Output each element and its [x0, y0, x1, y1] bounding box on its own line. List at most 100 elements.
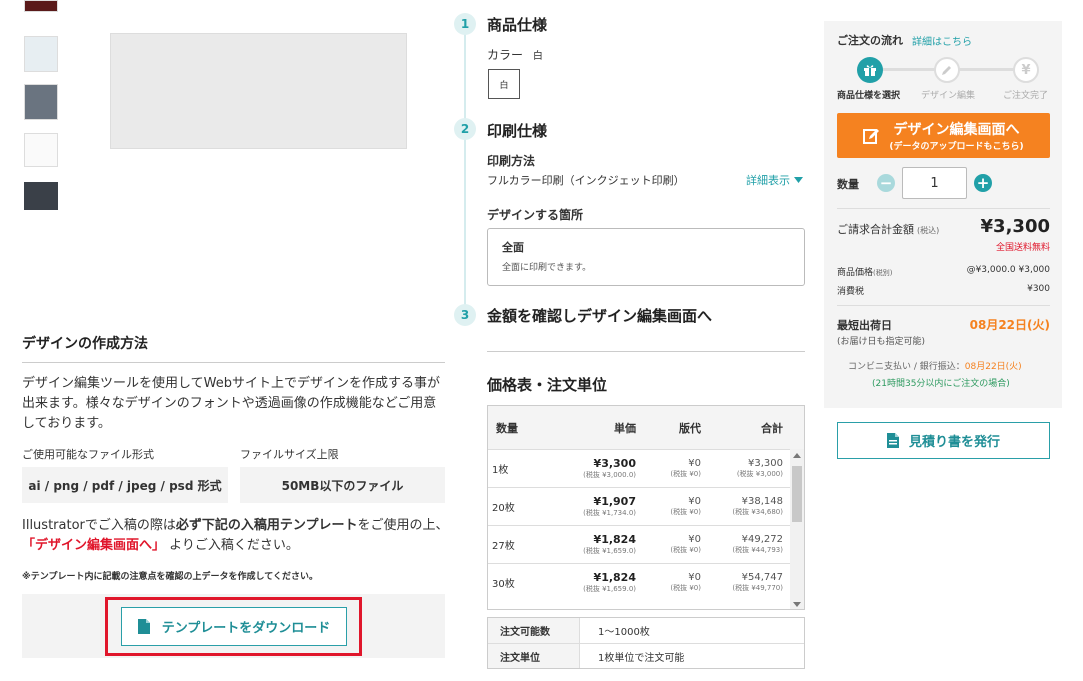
product-thumbnail[interactable] — [24, 182, 58, 210]
unit-price-ex-tax: (税抜 ¥1,734.0) — [583, 509, 636, 517]
step-number: 1 — [454, 13, 476, 35]
design-area-title: 全面 — [502, 241, 524, 254]
design-area-option[interactable]: 全面 全面に印刷できます。 — [487, 228, 805, 286]
plate-price-ex-tax: (税抜 ¥0) — [670, 508, 701, 516]
flow-step-2: デザイン編集 — [921, 91, 976, 101]
table-row: 1枚 ¥3,300 (税抜 ¥3,000.0) ¥0 (税抜 ¥0) ¥3,300 (税抜 … — [488, 449, 804, 487]
free-shipping-note: 全国送料無料 — [995, 243, 1050, 253]
design-area-label: デザインする箇所 — [487, 208, 584, 222]
file-size-label: ファイルサイズ上限 — [240, 448, 339, 461]
design-area-desc: 全面に印刷できます。 — [502, 263, 592, 273]
color-option-white[interactable]: 白 — [488, 69, 520, 99]
unit-price: ¥3,300 — [593, 457, 636, 470]
caret-down-icon — [794, 177, 803, 183]
ship-date-sub: (お届け日も指定可能) — [837, 337, 926, 347]
unit-price: ¥1,824 — [593, 533, 636, 546]
order-unit-value: 1枚単位で注文可能 — [598, 652, 685, 664]
document-icon — [137, 619, 150, 634]
order-deadline-note: (21時間35分以内にご注文の場合) — [872, 379, 1010, 389]
col-plate: 版代 — [679, 421, 701, 435]
color-label: カラー 白 — [487, 46, 543, 63]
product-thumbnail[interactable] — [24, 36, 58, 72]
design-editor-button[interactable]: デザイン編集画面へ (データのアップロードもこちら) — [837, 113, 1050, 158]
row-plate: ¥0 (税抜 ¥0) — [636, 496, 701, 517]
product-thumbnail[interactable] — [24, 133, 58, 167]
price-table-header: 数量 単価 版代 合計 — [488, 406, 804, 449]
plus-icon[interactable]: + — [974, 174, 992, 192]
row-plate: ¥0 (税抜 ¥0) — [636, 458, 701, 479]
template-download-button[interactable]: テンプレートをダウンロード — [121, 607, 347, 646]
design-method-description: デザイン編集ツールを使用してWebサイト上でデザインを作成する事が出来ます。様々… — [22, 376, 440, 431]
plate-price: ¥0 — [688, 534, 701, 545]
file-format-value: ai / png / pdf / jpeg / psd 形式 — [22, 467, 228, 503]
pencil-icon — [934, 57, 960, 83]
design-editor-button-sub: (データのアップロードもこちら) — [889, 142, 1024, 152]
gift-icon — [857, 57, 883, 83]
detail-toggle[interactable]: 詳細表示 — [746, 172, 803, 188]
flow-title: ご注文の流れ — [837, 34, 903, 47]
table-row: 30枚 ¥1,824 (税抜 ¥1,659.0) ¥0 (税抜 ¥0) ¥54,747 (税… — [488, 563, 804, 601]
unit-price-ex-tax: (税抜 ¥1,659.0) — [583, 585, 636, 593]
quantity-label: 数量 — [837, 178, 859, 191]
item-price-note: (税別) — [873, 269, 893, 277]
step-title: 商品仕様 — [487, 16, 548, 34]
document-icon — [886, 433, 899, 448]
step-number: 3 — [454, 304, 476, 326]
illustrator-notice-text: よりご入稿ください。 — [169, 538, 299, 553]
total-price: ¥54,747 — [741, 572, 783, 583]
row-unit-price: ¥1,824 (税抜 ¥1,659.0) — [558, 571, 636, 594]
step-title: 金額を確認しデザイン編集画面へ — [487, 307, 713, 325]
row-unit-price: ¥1,824 (税抜 ¥1,659.0) — [558, 533, 636, 556]
flow-step-3: ご注文完了 — [1003, 91, 1049, 101]
estimate-button-label: 見積り書を発行 — [908, 435, 1000, 450]
price-table: 数量 単価 版代 合計 1枚 ¥3,300 (税抜 ¥3,000.0) ¥0 (税抜 ¥… — [487, 405, 805, 610]
product-thumbnail[interactable] — [24, 0, 58, 12]
scroll-down-icon[interactable] — [793, 602, 801, 607]
item-price-label: 商品価格(税別) — [837, 265, 892, 278]
row-total: ¥54,747 (税抜 ¥49,770) — [701, 572, 783, 593]
convenience-payment-text: コンビニ支払い / 銀行振込： — [848, 362, 965, 372]
row-qty: 1枚 — [492, 465, 509, 476]
plate-price-ex-tax: (税抜 ¥0) — [670, 470, 701, 478]
total-price-ex-tax: (税抜 ¥44,793) — [732, 546, 783, 554]
print-method-value: フルカラー印刷（インクジェット印刷） — [487, 174, 685, 187]
file-format-label: ご使用可能なファイル形式 — [22, 448, 154, 461]
row-plate: ¥0 (税抜 ¥0) — [636, 534, 701, 555]
color-label-text: カラー — [487, 48, 524, 62]
table-row: 20枚 ¥1,907 (税抜 ¥1,734.0) ¥0 (税抜 ¥0) ¥38,148 (税… — [488, 487, 804, 525]
divider — [487, 351, 805, 352]
col-unit-price: 単価 — [614, 421, 636, 435]
quantity-input[interactable]: 1 — [902, 167, 967, 199]
product-thumbnail[interactable] — [24, 84, 58, 120]
flow-detail-link[interactable]: 詳細はこちら — [912, 33, 972, 48]
row-unit-price: ¥1,907 (税抜 ¥1,734.0) — [558, 495, 636, 518]
plate-price-ex-tax: (税抜 ¥0) — [670, 584, 701, 592]
total-amount: ¥3,300 — [980, 216, 1050, 237]
unit-price: ¥1,907 — [593, 495, 636, 508]
unit-price: ¥1,824 — [593, 571, 636, 584]
color-selected-value: 白 — [532, 51, 543, 62]
design-editor-link[interactable]: 「デザイン編集画面へ」 — [22, 538, 165, 553]
divider — [837, 208, 1050, 209]
minus-icon[interactable]: − — [877, 174, 895, 192]
template-note: ※テンプレート内に記載の注意点を確認の上データを作成してください。 — [22, 572, 318, 582]
scroll-up-icon[interactable] — [793, 453, 801, 458]
plate-price-ex-tax: (税抜 ¥0) — [670, 546, 701, 554]
table-row: 27枚 ¥1,824 (税抜 ¥1,659.0) ¥0 (税抜 ¥0) ¥49,272 (税… — [488, 525, 804, 563]
design-method-title: デザインの作成方法 — [22, 336, 148, 352]
scrollbar-thumb[interactable] — [792, 466, 802, 522]
print-method-label: 印刷方法 — [487, 154, 536, 168]
convenience-payment-date: 08月22日(火) — [964, 362, 1022, 372]
plate-price: ¥0 — [688, 458, 701, 469]
estimate-button[interactable]: 見積り書を発行 — [837, 422, 1050, 459]
illustrator-notice-text: をご使用の上、 — [357, 518, 449, 533]
product-main-image — [110, 33, 407, 149]
design-editor-button-label: デザイン編集画面へ — [893, 122, 1020, 138]
row-total: ¥38,148 (税抜 ¥34,680) — [701, 496, 783, 517]
price-table-title: 価格表・注文単位 — [487, 376, 608, 394]
step-number: 2 — [454, 118, 476, 140]
total-price-ex-tax: (税抜 ¥3,000) — [736, 470, 783, 478]
total-price: ¥49,272 — [741, 534, 783, 545]
file-size-value: 50MB以下のファイル — [240, 467, 445, 503]
col-total: 合計 — [761, 421, 783, 435]
